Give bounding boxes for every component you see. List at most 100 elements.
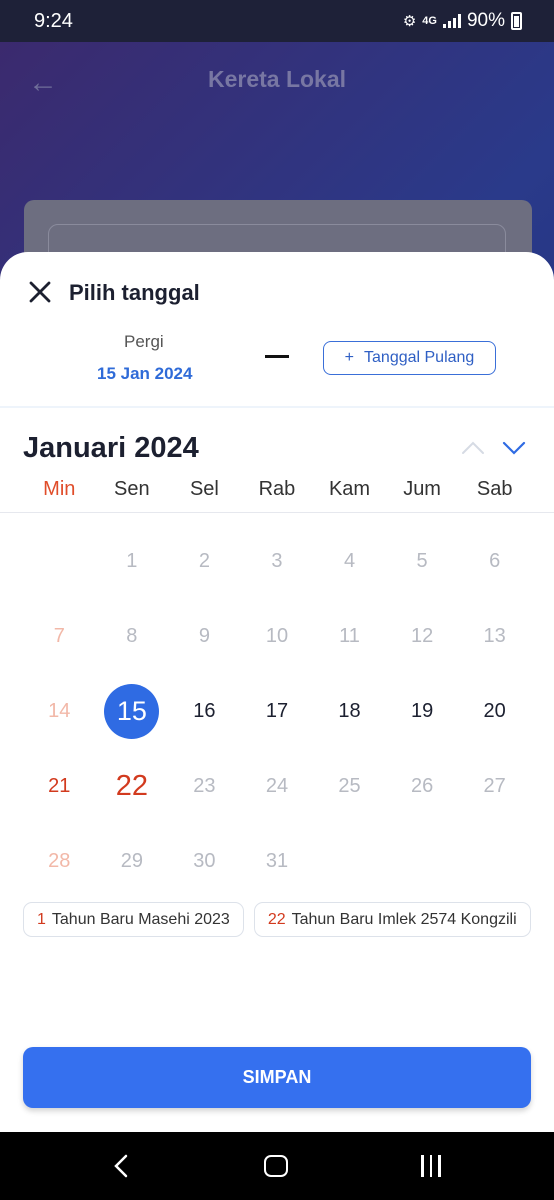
day-number: 16 — [193, 700, 216, 722]
date-picker-sheet: Pilih tanggal Pergi 15 Jan 2024 + Tangga… — [0, 252, 554, 1132]
day-number: 10 — [265, 625, 289, 647]
status-bar: 9:24 ⚙ 4G 90% — [0, 0, 554, 42]
weekday-label: Sel — [189, 478, 219, 500]
divider — [0, 512, 554, 513]
day-number: 5 — [416, 550, 428, 572]
calendar-day: 2 — [168, 524, 241, 599]
calendar-day: 1 — [96, 524, 169, 599]
calendar-day[interactable]: 20 — [458, 674, 531, 749]
system-nav-bar — [0, 1132, 554, 1200]
calendar-day[interactable]: 22 — [96, 749, 169, 824]
weekday-label: Sen — [114, 478, 150, 500]
calendar-day: 31 — [241, 824, 314, 899]
calendar-day: 5 — [386, 524, 459, 599]
back-icon[interactable] — [110, 1154, 134, 1178]
calendar-day: 6 — [458, 524, 531, 599]
calendar-day: 11 — [313, 599, 386, 674]
home-icon[interactable] — [264, 1155, 288, 1177]
depart-label: Pergi — [124, 332, 164, 351]
depart-date[interactable]: 15 Jan 2024 — [97, 364, 192, 384]
holiday-day: 22 — [267, 910, 286, 928]
day-number: 2 — [198, 550, 210, 572]
day-number: 26 — [410, 775, 434, 797]
calendar-day: 27 — [458, 749, 531, 824]
calendar-day: 25 — [313, 749, 386, 824]
day-number: 6 — [489, 550, 501, 572]
day-number: 27 — [483, 775, 506, 797]
return-date-label: Tanggal Pulang — [364, 349, 475, 366]
day-number: 19 — [410, 700, 434, 722]
save-button[interactable]: SIMPAN — [23, 1047, 531, 1108]
calendar-day[interactable]: 16 — [168, 674, 241, 749]
weekday-label: Jum — [403, 478, 441, 500]
calendar-day[interactable]: 21 — [23, 749, 96, 824]
holiday-list: 1 Tahun Baru Masehi 2023 22 Tahun Baru I… — [23, 902, 554, 938]
month-title: Januari 2024 — [23, 432, 199, 464]
calendar-day: 4 — [313, 524, 386, 599]
recent-apps-icon[interactable] — [421, 1155, 441, 1177]
day-number: 8 — [126, 625, 138, 647]
status-time: 9:24 — [34, 10, 73, 32]
calendar-day: 10 — [241, 599, 314, 674]
holiday-chip[interactable]: 22 Tahun Baru Imlek 2574 Kongzili — [253, 902, 531, 937]
calendar-day: 9 — [168, 599, 241, 674]
day-number: 29 — [120, 850, 143, 872]
weekday-label: Min — [43, 478, 76, 500]
day-number: 20 — [483, 700, 506, 722]
day-number: 1 — [126, 550, 138, 572]
day-number: 13 — [483, 625, 506, 647]
calendar-day[interactable]: 18 — [313, 674, 386, 749]
day-number: 11 — [339, 625, 360, 647]
calendar-day[interactable]: 19 — [386, 674, 459, 749]
day-number: 18 — [338, 700, 361, 722]
holiday-name: Tahun Baru Masehi 2023 — [51, 910, 230, 928]
day-number: 17 — [265, 700, 289, 722]
calendar-day: 14 — [23, 674, 96, 749]
day-number: 9 — [198, 625, 210, 647]
date-range-separator — [265, 355, 289, 358]
day-number: 30 — [193, 850, 216, 872]
calendar-grid: 1 2 3 4 5 6 7 8 9 10 11 12 13 14 15 16 17 18 19 20 21 22 23 24 2… — [23, 524, 531, 899]
day-number: 31 — [265, 850, 289, 872]
day-number: 15 — [104, 684, 160, 739]
day-number: 14 — [48, 700, 71, 722]
day-number: 3 — [271, 550, 283, 572]
plus-icon: + — [344, 349, 355, 366]
holiday-day: 1 — [37, 910, 46, 928]
calendar-day[interactable]: 17 — [241, 674, 314, 749]
calendar-day: 3 — [241, 524, 314, 599]
weekday-label: Sab — [476, 478, 513, 500]
divider — [0, 406, 554, 408]
holiday-chip[interactable]: 1 Tahun Baru Masehi 2023 — [23, 902, 244, 937]
day-number: 28 — [48, 850, 71, 872]
data-saver-icon: ⚙ — [402, 13, 417, 30]
calendar-day: 7 — [23, 599, 96, 674]
sheet-title: Pilih tanggal — [69, 280, 200, 305]
weekday-label: Kam — [328, 478, 371, 500]
calendar-day: 24 — [241, 749, 314, 824]
calendar-day: 26 — [386, 749, 459, 824]
status-icons: ⚙ 4G 90% — [403, 10, 522, 32]
close-icon[interactable] — [26, 278, 54, 306]
weekday-label: Rab — [258, 478, 296, 500]
day-number: 24 — [265, 775, 289, 797]
chevron-up-icon[interactable] — [461, 438, 485, 458]
calendar-day: 13 — [458, 599, 531, 674]
day-number: 23 — [193, 775, 216, 797]
chevron-down-icon[interactable] — [502, 438, 526, 458]
return-date-button[interactable]: + Tanggal Pulang — [323, 341, 496, 375]
battery-icon — [511, 12, 522, 30]
holiday-name: Tahun Baru Imlek 2574 Kongzili — [291, 910, 517, 928]
day-number: 7 — [53, 625, 65, 647]
calendar-day-selected[interactable]: 15 — [96, 674, 169, 749]
day-number: 4 — [343, 550, 356, 572]
calendar-blank — [23, 524, 96, 599]
day-number: 22 — [115, 770, 148, 802]
calendar-day: 8 — [96, 599, 169, 674]
signal-icon — [442, 14, 461, 28]
network-type: 4G — [422, 15, 437, 27]
day-number: 21 — [48, 775, 71, 797]
calendar-day: 29 — [96, 824, 169, 899]
calendar-day: 23 — [168, 749, 241, 824]
calendar-day: 12 — [386, 599, 459, 674]
